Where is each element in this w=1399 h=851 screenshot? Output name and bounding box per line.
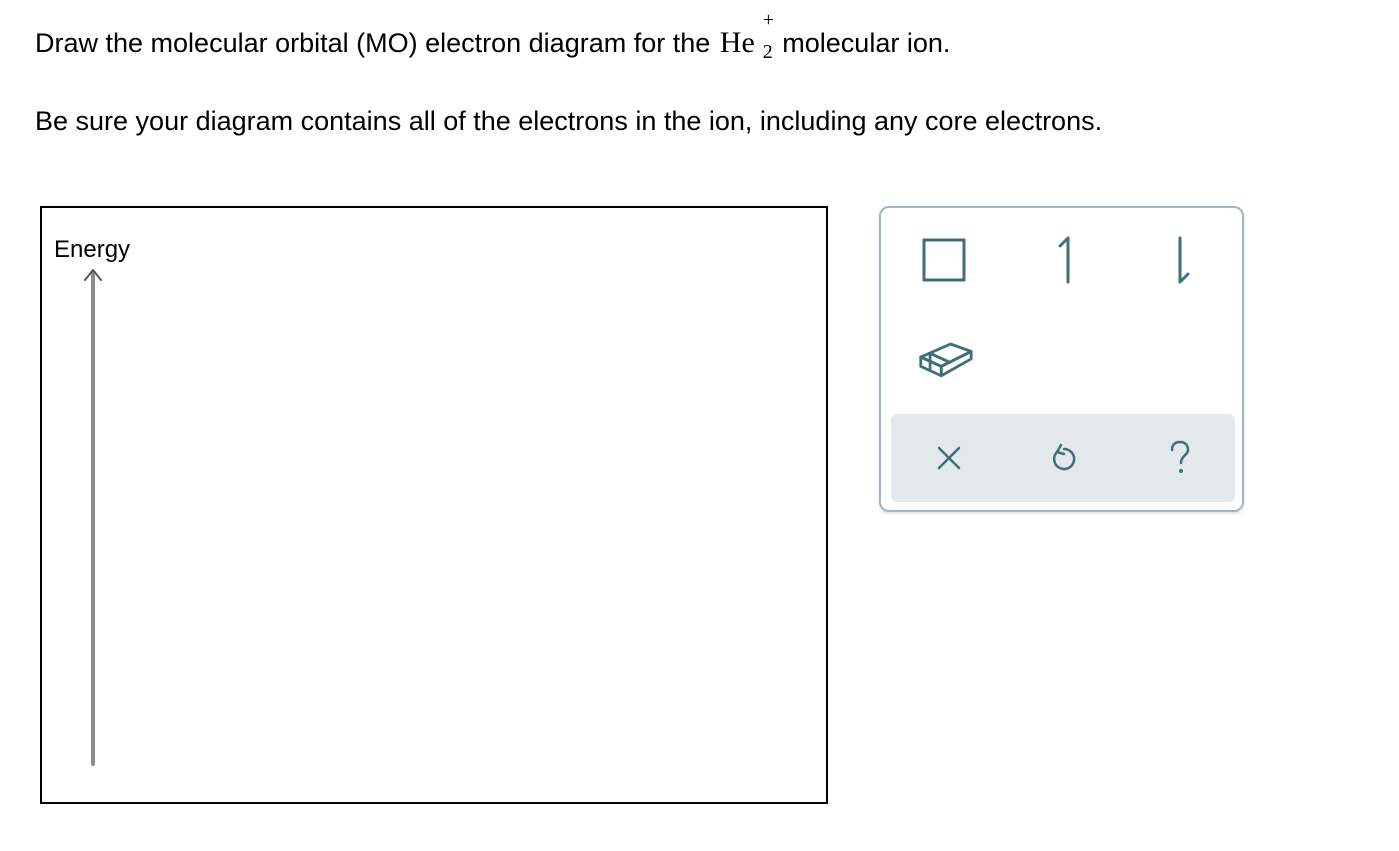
energy-axis-label: Energy — [54, 236, 131, 263]
x-icon — [937, 446, 961, 470]
question-prompt-line-1: Draw the molecular orbital (MO) electron… — [35, 10, 951, 62]
prompt-text-before-formula: Draw the molecular orbital (MO) electron… — [35, 28, 711, 58]
formula-charge-superscript: + — [762, 9, 775, 31]
help-button[interactable] — [1152, 430, 1208, 486]
ion-formula: He +2 — [719, 10, 774, 62]
eraser-icon — [919, 342, 973, 378]
prompt-text-after-formula: molecular ion. — [782, 28, 951, 58]
clear-button[interactable] — [921, 430, 977, 486]
half-arrow-down-icon — [1178, 236, 1190, 284]
energy-axis-arrow — [84, 269, 102, 766]
half-arrow-up-icon — [1058, 236, 1070, 284]
square-box-icon — [922, 238, 966, 282]
spin-up-electron-tool[interactable] — [1039, 232, 1095, 288]
mo-diagram-canvas[interactable]: Energy — [40, 206, 828, 804]
question-prompt-line-2: Be sure your diagram contains all of the… — [35, 106, 1103, 136]
eraser-tool[interactable] — [917, 330, 973, 386]
undo-button[interactable] — [1036, 430, 1092, 486]
spin-down-electron-tool[interactable] — [1155, 232, 1211, 288]
formula-base: He — [719, 26, 755, 59]
mo-toolbox — [879, 206, 1244, 512]
question-mark-icon — [1170, 440, 1190, 473]
orbital-box-tool[interactable] — [917, 232, 973, 288]
toolbox-action-bar — [891, 414, 1235, 502]
formula-subscript: 2 — [762, 41, 773, 63]
undo-icon — [1052, 443, 1076, 471]
